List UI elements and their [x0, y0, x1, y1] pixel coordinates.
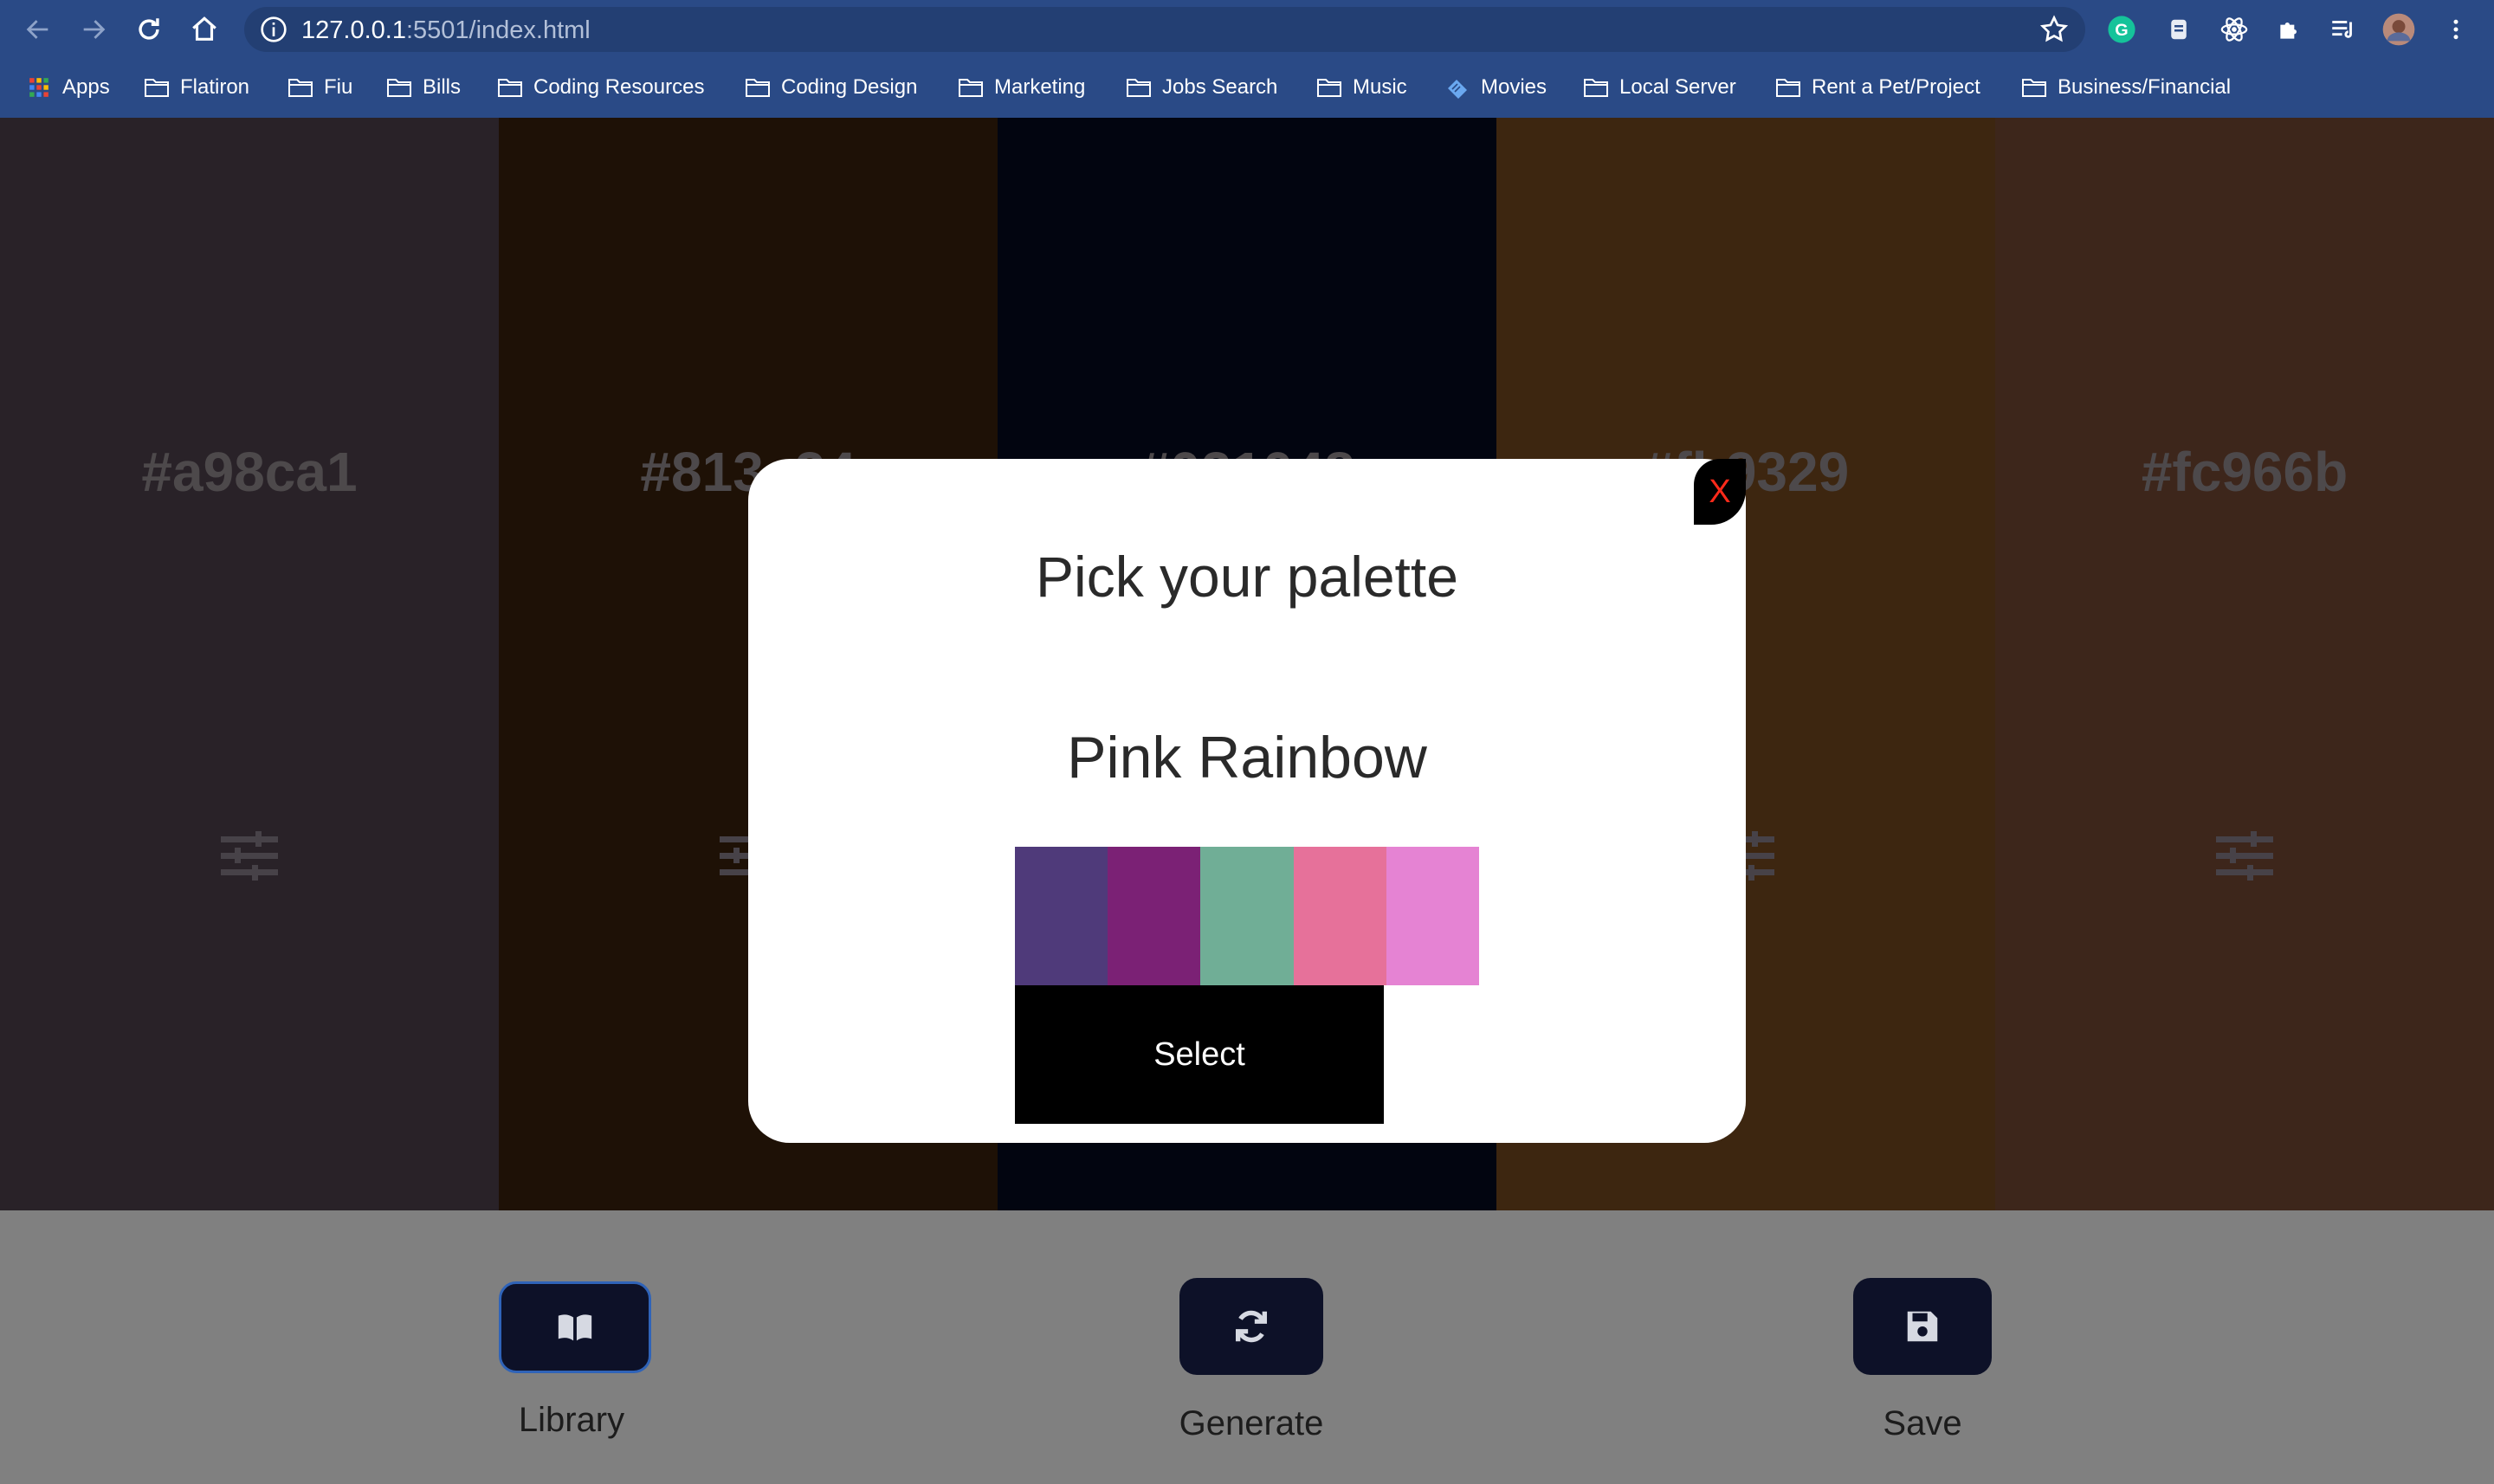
bookmark-label: Flatiron: [180, 75, 250, 99]
grammarly-extension[interactable]: G: [2104, 12, 2139, 47]
url-text[interactable]: 127.0.0.1:5501/index.html: [301, 16, 591, 45]
url-host: 127.0.0.1: [301, 16, 406, 44]
folder-icon: [288, 79, 313, 97]
grammarly-icon: G: [2108, 16, 2135, 43]
browser-toolbar: 127.0.0.1:5501/index.html G: [0, 0, 2494, 57]
more-vertical-icon: [2453, 19, 2458, 40]
bookmark-label: Movies: [1481, 75, 1547, 99]
generate-button[interactable]: [1179, 1278, 1323, 1375]
bookmark-rent-a-pet-project[interactable]: Rent a Pet/Project: [1775, 73, 1980, 102]
bookmark-fiu[interactable]: Fiu: [288, 73, 352, 102]
bookmark-label: Marketing: [994, 75, 1086, 99]
forward-button[interactable]: [74, 10, 113, 48]
bookmark-flatiron[interactable]: Flatiron: [144, 73, 249, 102]
palette-swatch: [1200, 847, 1294, 985]
modal-title: Pick your palette: [1036, 545, 1458, 609]
book-open-icon: [558, 1314, 592, 1341]
bookmark-bills[interactable]: Bills: [386, 73, 461, 102]
bookmark-label: Coding Resources: [533, 75, 705, 99]
bookmark-label: Jobs Search: [1162, 75, 1278, 99]
home-icon: [192, 16, 216, 41]
palette-swatch: [1293, 847, 1386, 985]
document-icon: [2171, 19, 2187, 40]
back-button[interactable]: [19, 10, 57, 48]
avatar-icon: [2382, 13, 2415, 46]
palette-swatch: [1386, 847, 1479, 985]
react-atom-icon: [2220, 17, 2248, 42]
bookmark-movies[interactable]: Movies: [1444, 73, 1547, 102]
folder-icon: [2022, 79, 2046, 97]
save-label: Save: [1883, 1404, 1962, 1442]
reload-icon: [139, 18, 159, 40]
bookmark-marketing[interactable]: Marketing: [958, 73, 1085, 102]
folder-icon: [387, 79, 411, 97]
palette-name: Pink Rainbow: [1067, 725, 1427, 790]
bookmark-label: Local Server: [1619, 75, 1736, 99]
bookmark-label: Apps: [62, 75, 110, 99]
library-button[interactable]: [499, 1281, 651, 1373]
puzzle-icon: [2280, 23, 2297, 39]
bookmark-jobs-search[interactable]: Jobs Search: [1126, 73, 1277, 102]
save-button[interactable]: [1853, 1278, 1992, 1375]
select-palette-button[interactable]: Select: [1015, 985, 1384, 1124]
svg-text:G: G: [2115, 21, 2128, 40]
palette-swatch: [1015, 847, 1108, 985]
reading-list-button[interactable]: [2326, 12, 2361, 47]
bookmark-label: Coding Design: [781, 75, 918, 99]
floppy-disk-icon: [1907, 1311, 1938, 1342]
refresh-icon: [1235, 1310, 1268, 1343]
bookmark-star-icon[interactable]: [2038, 14, 2070, 45]
browser-menu-button[interactable]: [2439, 12, 2473, 47]
bookmark-coding-resources[interactable]: Coding Resources: [497, 73, 704, 102]
info-icon[interactable]: [260, 16, 288, 43]
folder-icon: [1127, 79, 1151, 97]
apps-grid-icon: [29, 78, 48, 97]
url-path: :5501/index.html: [405, 16, 591, 44]
folder-icon: [1776, 79, 1800, 97]
bookmark-label: Rent a Pet/Project: [1812, 75, 1980, 99]
media-queue-icon: [2332, 21, 2352, 38]
docs-extension[interactable]: [2161, 12, 2196, 47]
bookmark-label: Bills: [423, 75, 462, 99]
ticket-icon: [1448, 80, 1467, 99]
folder-icon: [498, 79, 522, 97]
arrow-left-icon: [26, 20, 48, 39]
folder-icon: [959, 79, 983, 97]
bookmark-label: Fiu: [324, 75, 353, 99]
library-label: Library: [518, 1401, 625, 1439]
bookmark-apps[interactable]: Apps: [26, 73, 110, 102]
generate-label: Generate: [1179, 1404, 1324, 1442]
bookmark-label: Business/Financial: [2058, 75, 2232, 99]
folder-icon: [1317, 79, 1341, 97]
extensions-button[interactable]: [2272, 12, 2307, 47]
bookmark-local-server[interactable]: Local Server: [1583, 73, 1736, 102]
bookmark-business-financial[interactable]: Business/Financial: [2021, 73, 2231, 102]
profile-avatar[interactable]: [2381, 12, 2416, 47]
folder-icon: [746, 79, 770, 97]
home-button[interactable]: [185, 10, 223, 48]
bookmark-coding-design[interactable]: Coding Design: [745, 73, 917, 102]
folder-icon: [145, 79, 169, 97]
palette-preview: [1015, 847, 1479, 985]
reload-button[interactable]: [130, 10, 168, 48]
address-bar[interactable]: 127.0.0.1:5501/index.html: [244, 7, 2085, 52]
arrow-right-icon: [83, 20, 106, 39]
bookmark-music[interactable]: Music: [1316, 73, 1407, 102]
palette-swatch: [1108, 847, 1201, 985]
folder-icon: [1584, 79, 1608, 97]
react-devtools-extension[interactable]: [2217, 12, 2252, 47]
bookmarks-bar: Apps Flatiron Fiu Bills Coding Resources…: [0, 57, 2494, 118]
bookmark-label: Music: [1353, 75, 1407, 99]
